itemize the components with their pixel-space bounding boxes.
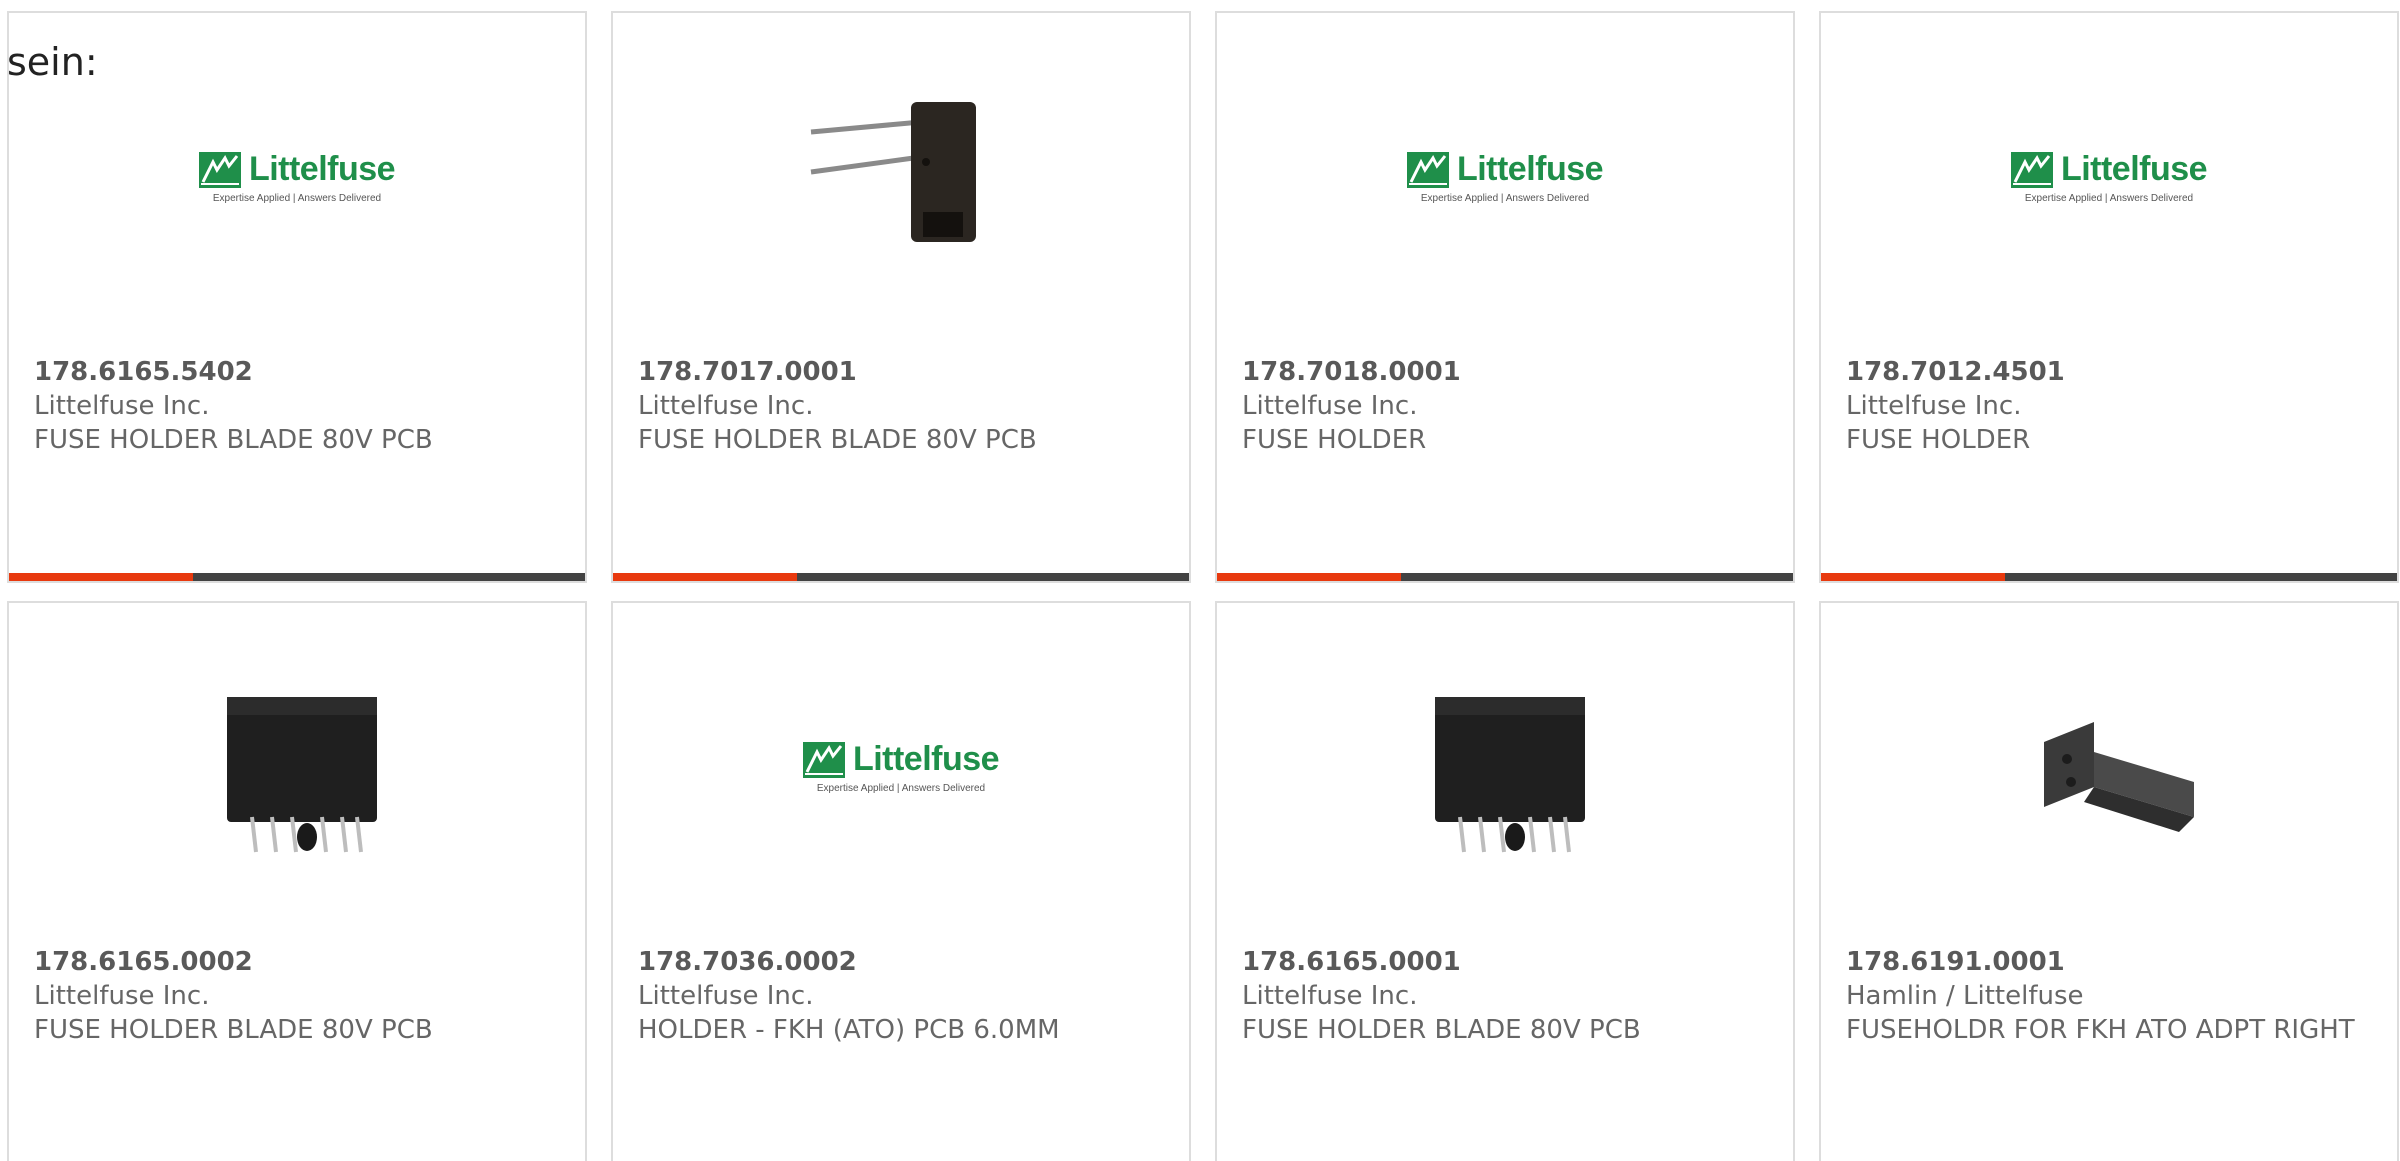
fuse-holder-wired-photo <box>810 102 976 242</box>
card-progress-fill <box>613 573 798 581</box>
logo-tagline: Expertise Applied | Answers Delivered <box>816 783 986 794</box>
logo-tagline: Expertise Applied | Answers Delivered <box>212 193 382 204</box>
card-progress-bar <box>613 573 1189 581</box>
littelfuse-logo-mark <box>1406 151 1449 188</box>
card-progress-fill <box>1821 573 2006 581</box>
product-card[interactable]: 178.6165.0002 Littelfuse Inc. FUSE HOLDER … <box>7 601 587 1161</box>
logo-tagline: Expertise Applied | Answers Delivered <box>2024 193 2194 204</box>
card-progress-fill <box>1217 573 1402 581</box>
product-info: 178.7036.0002 Littelfuse Inc. HOLDER - FKH… <box>638 945 1159 1047</box>
product-info: 178.6191.0001 Hamlin / Littelfuse FUSEHOLD… <box>1846 945 2367 1047</box>
description: FUSEHOLDR FOR FKH ATO ADPT RIGHT <box>1846 1015 2355 1045</box>
product-info: 178.7018.0001 Littelfuse Inc. FUSE HOLDER <box>1242 355 1763 457</box>
product-info: 178.7017.0001 Littelfuse Inc. FUSE HOLDER … <box>638 355 1159 457</box>
littelfuse-logo-mark <box>2010 151 2053 188</box>
littelfuse-logo: Littelfuse Expertise Applied | Answers D… <box>198 150 396 204</box>
logo-wordmark: Littelfuse <box>248 150 396 188</box>
manufacturer: Littelfuse Inc. <box>1242 391 1418 421</box>
part-number[interactable]: 178.6165.0001 <box>1242 945 1763 979</box>
description: FUSE HOLDER <box>1242 425 1427 455</box>
product-info: 178.6165.0002 Littelfuse Inc. FUSE HOLDER … <box>34 945 555 1047</box>
card-progress-fill <box>9 573 194 581</box>
product-image[interactable] <box>801 77 1001 277</box>
manufacturer: Littelfuse Inc. <box>638 391 814 421</box>
product-card[interactable]: 178.6191.0001 Hamlin / Littelfuse FUSEHOLD… <box>1819 601 2399 1161</box>
part-number[interactable]: 178.7012.4501 <box>1846 355 2367 389</box>
product-image[interactable]: Littelfuse Expertise Applied | Answers D… <box>197 77 397 277</box>
manufacturer: Hamlin / Littelfuse <box>1846 981 2084 1011</box>
description: FUSE HOLDER BLADE 80V PCB <box>34 425 433 455</box>
part-number[interactable]: 178.6191.0001 <box>1846 945 2367 979</box>
card-progress-bar <box>1821 573 2397 581</box>
product-info: 178.6165.5402 Littelfuse Inc. FUSE HOLDER … <box>34 355 555 457</box>
product-image[interactable]: Littelfuse Expertise Applied | Answers D… <box>1405 77 1605 277</box>
logo-wordmark: Littelfuse <box>2060 150 2208 188</box>
fuse-holder-block-photo <box>1435 697 1585 853</box>
logo-wordmark: Littelfuse <box>852 740 1000 778</box>
manufacturer: Littelfuse Inc. <box>34 391 210 421</box>
littelfuse-logo-mark <box>198 151 241 188</box>
description: FUSE HOLDER BLADE 80V PCB <box>34 1015 433 1045</box>
description: HOLDER - FKH (ATO) PCB 6.0MM <box>638 1015 1060 1045</box>
product-card[interactable]: 178.7017.0001 Littelfuse Inc. FUSE HOLDER … <box>611 11 1191 583</box>
part-number[interactable]: 178.7018.0001 <box>1242 355 1763 389</box>
card-progress-bar <box>1217 573 1793 581</box>
intro-text: sein: <box>7 40 98 84</box>
product-info: 178.6165.0001 Littelfuse Inc. FUSE HOLDER … <box>1242 945 1763 1047</box>
littelfuse-logo: Littelfuse Expertise Applied | Answers D… <box>2010 150 2208 204</box>
part-number[interactable]: 178.7036.0002 <box>638 945 1159 979</box>
manufacturer: Littelfuse Inc. <box>638 981 814 1011</box>
description: FUSE HOLDER BLADE 80V PCB <box>1242 1015 1641 1045</box>
card-progress-bar <box>9 573 585 581</box>
part-number[interactable]: 178.6165.5402 <box>34 355 555 389</box>
part-number[interactable]: 178.7017.0001 <box>638 355 1159 389</box>
logo-tagline: Expertise Applied | Answers Delivered <box>1420 193 1590 204</box>
description: FUSE HOLDER BLADE 80V PCB <box>638 425 1037 455</box>
part-number[interactable]: 178.6165.0002 <box>34 945 555 979</box>
product-card[interactable]: Littelfuse Expertise Applied | Answers D… <box>611 601 1191 1161</box>
fuse-holder-block-photo <box>227 697 377 853</box>
product-image[interactable] <box>2009 667 2209 867</box>
page: sein: Littelfuse Expertise Applied | Ans… <box>0 0 2400 1161</box>
product-card[interactable]: Littelfuse Expertise Applied | Answers D… <box>1215 11 1795 583</box>
product-image[interactable] <box>1405 667 1605 867</box>
product-card[interactable]: Littelfuse Expertise Applied | Answers D… <box>7 11 587 583</box>
product-info: 178.7012.4501 Littelfuse Inc. FUSE HOLDER <box>1846 355 2367 457</box>
manufacturer: Littelfuse Inc. <box>34 981 210 1011</box>
littelfuse-logo: Littelfuse Expertise Applied | Answers D… <box>1406 150 1604 204</box>
littelfuse-logo-mark <box>802 741 845 778</box>
manufacturer: Littelfuse Inc. <box>1242 981 1418 1011</box>
product-image[interactable] <box>197 667 397 867</box>
logo-wordmark: Littelfuse <box>1456 150 1604 188</box>
manufacturer: Littelfuse Inc. <box>1846 391 2022 421</box>
fuse-holder-adapter-photo <box>2044 722 2194 832</box>
product-card[interactable]: 178.6165.0001 Littelfuse Inc. FUSE HOLDER … <box>1215 601 1795 1161</box>
product-card[interactable]: Littelfuse Expertise Applied | Answers D… <box>1819 11 2399 583</box>
littelfuse-logo: Littelfuse Expertise Applied | Answers D… <box>802 740 1000 794</box>
description: FUSE HOLDER <box>1846 425 2031 455</box>
product-image[interactable]: Littelfuse Expertise Applied | Answers D… <box>2009 77 2209 277</box>
product-grid: Littelfuse Expertise Applied | Answers D… <box>7 11 2399 1161</box>
product-image[interactable]: Littelfuse Expertise Applied | Answers D… <box>801 667 1001 867</box>
